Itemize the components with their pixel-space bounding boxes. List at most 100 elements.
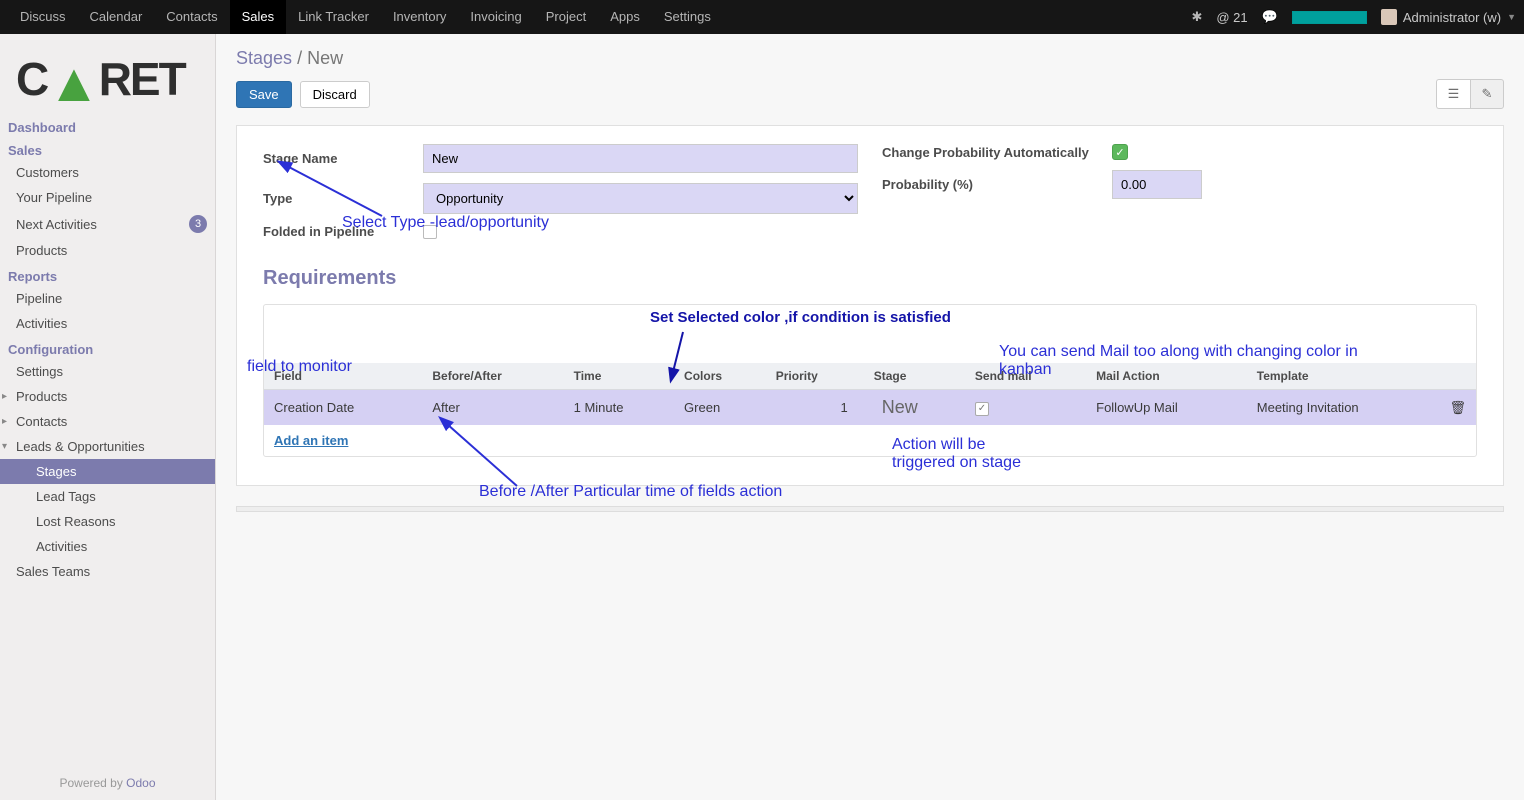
chat-icon[interactable]: 💬 xyxy=(1262,9,1278,25)
sendmail-checkbox[interactable]: ✓ xyxy=(975,402,989,416)
folded-checkbox[interactable] xyxy=(423,225,437,239)
nav-item-project[interactable]: Project xyxy=(534,0,598,34)
edit-icon: ✎ xyxy=(1482,86,1493,102)
sidebar-item-products[interactable]: Products xyxy=(0,238,215,263)
caret-down-icon: ▾ xyxy=(2,441,14,452)
sidebar-item-settings[interactable]: Settings xyxy=(0,359,215,384)
discard-button[interactable]: Discard xyxy=(300,81,370,108)
footer-bar xyxy=(236,506,1504,512)
col-field: Field xyxy=(264,363,422,390)
nav-item-sales[interactable]: Sales xyxy=(230,0,287,34)
cell-priority[interactable]: 1 xyxy=(766,390,864,426)
sidebar-item-label: Next Activities xyxy=(16,217,97,232)
form-sheet: Stage Name Type Opportunity Folded in Pi… xyxy=(236,125,1504,486)
cell-before-after[interactable]: After xyxy=(422,390,563,426)
col-actions xyxy=(1439,363,1476,390)
change-prob-checkbox[interactable]: ✓ xyxy=(1112,144,1128,160)
odoo-link[interactable]: Odoo xyxy=(126,776,155,790)
type-label: Type xyxy=(263,191,423,206)
nav-item-apps[interactable]: Apps xyxy=(598,0,652,34)
sidebar-item-label: Activities xyxy=(16,316,67,331)
sidebar-item-your-pipeline[interactable]: Your Pipeline xyxy=(0,185,215,210)
sidebar-item-label: Pipeline xyxy=(16,291,62,306)
sidebar-item-sales-teams[interactable]: Sales Teams xyxy=(0,559,215,584)
cell-stage[interactable]: New xyxy=(864,390,965,426)
nav-item-contacts[interactable]: Contacts xyxy=(154,0,229,34)
side-group-reports[interactable]: Reports xyxy=(0,263,215,286)
stage-name-input[interactable] xyxy=(423,144,858,173)
delete-row-icon[interactable]: 🗑 xyxy=(1439,390,1476,426)
stage-name-label: Stage Name xyxy=(263,151,423,166)
side-group-sales[interactable]: Sales xyxy=(0,137,215,160)
requirements-table: FieldBefore/AfterTimeColorsPriorityStage… xyxy=(264,363,1476,425)
col-send-mail: Send mail xyxy=(965,363,1086,390)
add-item-link[interactable]: Add an item xyxy=(264,425,1476,456)
nav-item-invoicing[interactable]: Invoicing xyxy=(458,0,533,34)
debug-icon[interactable]: ✱ xyxy=(1191,9,1202,25)
sidebar-item-label: Leads & Opportunities xyxy=(16,439,145,454)
side-group-configuration[interactable]: Configuration xyxy=(0,336,215,359)
sidebar-item-activities[interactable]: Activities xyxy=(0,534,215,559)
cell-sendmail[interactable]: ✓ xyxy=(965,390,1086,426)
breadcrumb: Stages / New xyxy=(236,48,343,69)
annotation-before-after: Before /After Particular time of fields … xyxy=(479,483,782,501)
cell-mail-action[interactable]: FollowUp Mail xyxy=(1086,390,1247,426)
sidebar-item-label: Products xyxy=(16,389,67,404)
form-view-button[interactable]: ✎ xyxy=(1470,79,1504,109)
sidebar-item-next-activities[interactable]: Next Activities 3 xyxy=(0,210,215,238)
powered-by-label: Powered by xyxy=(59,776,126,790)
cell-template[interactable]: Meeting Invitation xyxy=(1247,390,1440,426)
sidebar-item-customers[interactable]: Customers xyxy=(0,160,215,185)
logo: C▲RET xyxy=(16,52,199,106)
requirements-box: FieldBefore/AfterTimeColorsPriorityStage… xyxy=(263,304,1477,457)
col-mail-action: Mail Action xyxy=(1086,363,1247,390)
nav-item-link-tracker[interactable]: Link Tracker xyxy=(286,0,381,34)
at-count[interactable]: @ 21 xyxy=(1216,10,1247,25)
col-before-after: Before/After xyxy=(422,363,563,390)
sidebar-item-contacts[interactable]: ▸Contacts xyxy=(0,409,215,434)
sidebar-item-pipeline[interactable]: Pipeline xyxy=(0,286,215,311)
sidebar-item-label: Settings xyxy=(16,364,63,379)
badge: 3 xyxy=(189,215,207,233)
sidebar-item-leads-opportunities[interactable]: ▾Leads & Opportunities xyxy=(0,434,215,459)
main-content: Stages / New Save Discard ☰ ✎ Stage Name xyxy=(216,34,1524,800)
nav-item-inventory[interactable]: Inventory xyxy=(381,0,458,34)
user-menu[interactable]: Administrator (w) ▼ xyxy=(1381,9,1516,25)
sidebar-item-stages[interactable]: Stages xyxy=(0,459,215,484)
avatar xyxy=(1381,9,1397,25)
dropdown-caret-icon: ▼ xyxy=(1507,12,1516,22)
caret-right-icon: ▸ xyxy=(2,391,14,402)
probability-input[interactable] xyxy=(1112,170,1202,199)
nav-item-calendar[interactable]: Calendar xyxy=(78,0,155,34)
top-navbar: DiscussCalendarContactsSalesLink Tracker… xyxy=(0,0,1524,34)
folded-label: Folded in Pipeline xyxy=(263,224,423,239)
sidebar-item-label: Sales Teams xyxy=(16,564,90,579)
col-template: Template xyxy=(1247,363,1440,390)
cell-colors[interactable]: Green xyxy=(674,390,766,426)
type-select[interactable]: Opportunity xyxy=(423,183,858,214)
breadcrumb-parent[interactable]: Stages xyxy=(236,48,292,68)
sidebar-item-label: Products xyxy=(16,243,67,258)
sidebar-item-lost-reasons[interactable]: Lost Reasons xyxy=(0,509,215,534)
user-name-label: Administrator (w) xyxy=(1403,10,1501,25)
nav-item-settings[interactable]: Settings xyxy=(652,0,723,34)
side-group-dashboard[interactable]: Dashboard xyxy=(0,114,215,137)
table-row[interactable]: Creation Date After 1 Minute Green 1 New… xyxy=(264,390,1476,426)
sidebar-item-label: Your Pipeline xyxy=(16,190,92,205)
save-button[interactable]: Save xyxy=(236,81,292,108)
sidebar-item-lead-tags[interactable]: Lead Tags xyxy=(0,484,215,509)
probability-label: Probability (%) xyxy=(882,177,1112,192)
nav-item-discuss[interactable]: Discuss xyxy=(8,0,78,34)
sidebar-item-label: Contacts xyxy=(16,414,67,429)
change-prob-label: Change Probability Automatically xyxy=(882,145,1112,160)
cell-field[interactable]: Creation Date xyxy=(264,390,422,426)
list-icon: ☰ xyxy=(1448,86,1460,102)
sidebar-item-products[interactable]: ▸Products xyxy=(0,384,215,409)
cell-time[interactable]: 1 Minute xyxy=(564,390,674,426)
sidebar: C▲RET DashboardSalesCustomers Your Pipeli… xyxy=(0,34,216,800)
progress-indicator xyxy=(1292,11,1367,24)
list-view-button[interactable]: ☰ xyxy=(1436,79,1470,109)
col-colors: Colors xyxy=(674,363,766,390)
breadcrumb-current: New xyxy=(307,48,343,68)
sidebar-item-activities[interactable]: Activities xyxy=(0,311,215,336)
